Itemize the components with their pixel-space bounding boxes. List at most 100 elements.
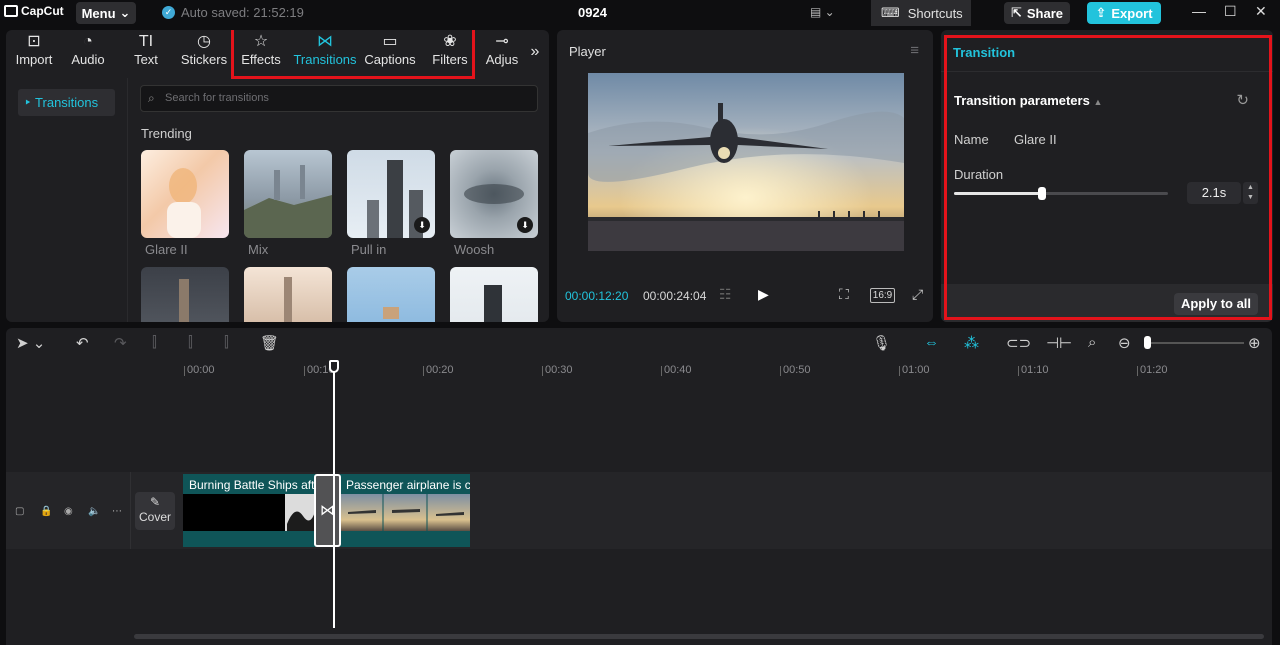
media-panel: ⊡ Import ◔ Audio TI Text ◷ Stickers ☆ Effects… xyxy=(6,30,549,322)
airplane-frame xyxy=(588,73,904,251)
transitions-category-nav: ‣ Transitions xyxy=(6,78,128,322)
transition-thumbnail[interactable] xyxy=(347,267,435,322)
split-icon[interactable]: ⫿ xyxy=(152,334,157,351)
zoom-fit-icon[interactable]: ⛶ xyxy=(839,286,849,303)
timeline-view-icon[interactable]: ☷ xyxy=(719,286,732,303)
lock-icon[interactable]: 🔒 xyxy=(40,506,52,517)
highlight-box-transition-panel xyxy=(944,35,1272,320)
ruler-tick: 00:50 xyxy=(780,364,811,376)
ruler-tick: 00:30 xyxy=(542,364,573,376)
cover-button[interactable]: ✎ Cover xyxy=(135,492,175,530)
aspect-ratio-button[interactable]: 16:9 xyxy=(870,288,895,303)
trending-heading: Trending xyxy=(141,126,192,141)
playhead-handle[interactable] xyxy=(329,360,339,373)
tab-adjust[interactable]: ⊸ Adjus xyxy=(482,32,522,72)
track-header: ▢ 🔒 ◉ 🔈 ⋯ xyxy=(6,472,131,549)
video-clip[interactable]: Burning Battle Ships aft xyxy=(183,474,316,547)
menu-button[interactable]: Menu ⌄ xyxy=(76,2,136,24)
current-timecode: 00:00:12:20 xyxy=(565,289,629,303)
ruler-tick: 00:00 xyxy=(184,364,215,376)
export-button[interactable]: ⇪ Export xyxy=(1087,2,1161,24)
transition-thumbnail[interactable] xyxy=(141,267,229,322)
shortcuts-button[interactable]: ⌨ Shortcuts xyxy=(871,0,971,26)
clip-label: Passenger airplane is cl xyxy=(346,478,470,492)
check-icon: ✓ xyxy=(162,6,175,19)
fullscreen-icon[interactable]: ⤢ xyxy=(912,286,923,303)
playhead[interactable] xyxy=(333,360,335,628)
tab-import[interactable]: ⊡ Import xyxy=(10,32,58,72)
clip-frames xyxy=(340,494,470,531)
ruler-tick: 01:10 xyxy=(1018,364,1049,376)
menu-label: Menu xyxy=(81,5,116,21)
transition-thumbnail-glare-ii[interactable] xyxy=(141,150,229,238)
audio-icon: ◔ xyxy=(83,33,93,50)
volume-icon[interactable]: 🔈 xyxy=(88,506,100,517)
sidebar-item-transitions[interactable]: ‣ Transitions xyxy=(18,89,115,116)
select-tool-icon[interactable]: ➤ ⌄ xyxy=(16,334,45,352)
double-chevron-right-icon: » xyxy=(530,43,540,60)
transition-thumbnail[interactable] xyxy=(450,267,538,322)
text-icon: TI xyxy=(138,33,154,50)
tab-label: Audio xyxy=(71,52,105,67)
delete-icon[interactable]: 🗑 xyxy=(260,334,279,352)
capcut-logo-icon xyxy=(4,5,18,17)
undo-icon[interactable]: ↶ xyxy=(76,334,89,352)
keyboard-icon: ⌨ xyxy=(881,5,900,20)
transition-thumbnail-pull-in[interactable]: ⬇ xyxy=(347,150,435,238)
redo-icon[interactable]: ↷ xyxy=(114,334,127,352)
player-panel: Player ≡ 00:00:12:20 00:00:24:04 ☷ ▶ ⛶ 1… xyxy=(557,30,933,322)
tab-audio[interactable]: ◔ Audio xyxy=(66,32,110,72)
tab-stickers[interactable]: ◷ Stickers xyxy=(178,32,230,72)
transition-thumbnail-mix[interactable] xyxy=(244,150,332,238)
zoom-slider[interactable] xyxy=(1144,336,1244,349)
shortcuts-label: Shortcuts xyxy=(907,5,963,21)
minimize-icon[interactable]: — xyxy=(1192,3,1206,19)
import-icon: ⊡ xyxy=(27,33,41,50)
close-icon[interactable]: ✕ xyxy=(1255,3,1267,20)
maximize-icon[interactable]: ☐ xyxy=(1224,3,1237,20)
transition-thumbnail-woosh[interactable]: ⬇ xyxy=(450,150,538,238)
download-icon[interactable]: ⬇ xyxy=(414,217,430,233)
align-icon[interactable]: ⊣⊢ xyxy=(1046,334,1072,352)
play-icon[interactable]: ▶ xyxy=(758,286,769,303)
ruler-tick: 00:40 xyxy=(661,364,692,376)
more-tabs-button[interactable]: » xyxy=(524,42,546,82)
preview-axis-icon[interactable]: ⌕ xyxy=(1088,334,1096,351)
microphone-icon[interactable]: 🎙 xyxy=(872,334,891,352)
export-icon: ⇪ xyxy=(1095,5,1107,20)
thumbnail-label: Glare II xyxy=(145,242,188,257)
zoom-in-icon[interactable]: ⊕ xyxy=(1248,334,1261,352)
sidebar-item-label: Transitions xyxy=(35,95,99,110)
link-icon[interactable]: ⊂⊃ xyxy=(1006,334,1031,352)
zoom-out-icon[interactable]: ⊖ xyxy=(1118,334,1131,352)
timeline-scrollbar[interactable] xyxy=(134,634,1264,639)
transition-marker[interactable]: ⋈ xyxy=(314,474,341,547)
video-clip[interactable]: Passenger airplane is cl xyxy=(340,474,470,547)
auto-linkage-icon[interactable]: ⁂ xyxy=(964,334,979,352)
thumb-art xyxy=(284,277,292,322)
magnet-snap-icon[interactable]: ⇔ xyxy=(924,334,939,351)
download-icon[interactable]: ⬇ xyxy=(517,217,533,233)
ruler-tick: 01:20 xyxy=(1137,364,1168,376)
project-title[interactable]: 0924 xyxy=(578,5,607,20)
share-button[interactable]: ⇱ Share xyxy=(1004,2,1070,24)
split-right-icon[interactable]: ⫿ xyxy=(224,334,229,351)
search-input[interactable]: ⌕ Search for transitions xyxy=(140,85,538,112)
timeline-ruler[interactable]: 00:00 00:10 00:20 00:30 00:40 00:50 01:0… xyxy=(182,362,1272,382)
thumbnail-label: Pull in xyxy=(351,242,387,257)
eye-icon[interactable]: ◉ xyxy=(64,506,73,517)
hamburger-menu-icon[interactable]: ≡ xyxy=(910,42,919,59)
brand-name: CapCut xyxy=(21,4,64,18)
autosave-status: ✓ Auto saved: 21:52:19 xyxy=(162,5,304,20)
pencil-icon: ✎ xyxy=(149,495,161,509)
more-icon[interactable]: ⋯ xyxy=(112,506,122,517)
share-icon: ⇱ xyxy=(1010,5,1022,20)
player-title: Player xyxy=(569,44,606,59)
split-left-icon[interactable]: ⫿ xyxy=(188,334,193,351)
tab-text[interactable]: TI Text xyxy=(126,32,166,72)
layout-icon[interactable]: ▤ ⌄ xyxy=(810,5,835,19)
zoom-slider-handle[interactable] xyxy=(1144,336,1151,349)
transition-thumbnail[interactable] xyxy=(244,267,332,322)
tab-label: Adjus xyxy=(485,52,519,67)
video-preview[interactable] xyxy=(588,73,904,251)
